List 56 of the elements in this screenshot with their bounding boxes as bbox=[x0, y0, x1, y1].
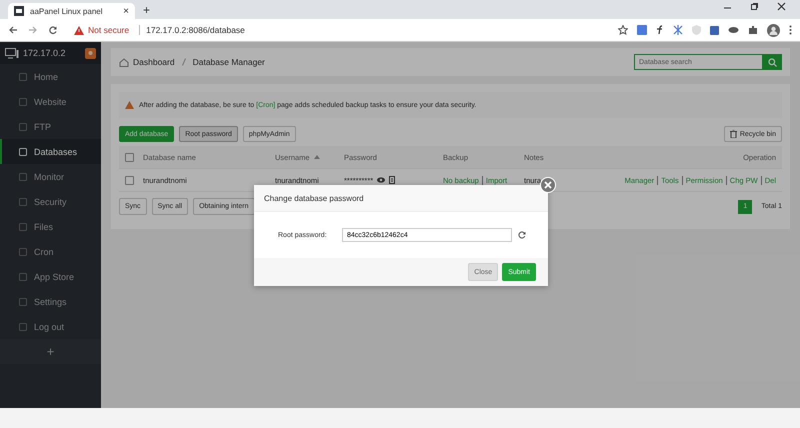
breadcrumb-link[interactable]: Dashboard bbox=[133, 57, 175, 67]
select-all-checkbox[interactable] bbox=[125, 152, 134, 162]
more-menu-icon[interactable] bbox=[789, 25, 792, 35]
dialog-title: Change database password bbox=[264, 194, 364, 202]
notification-icon[interactable] bbox=[85, 48, 96, 58]
sidebar-item[interactable]: Security bbox=[0, 189, 101, 214]
server-address: 172.17.0.2 bbox=[23, 48, 66, 58]
puzzle-icon[interactable] bbox=[748, 25, 758, 35]
close-icon[interactable] bbox=[777, 2, 786, 11]
menu-square-icon bbox=[19, 148, 27, 156]
sidebar-item[interactable]: Monitor bbox=[0, 164, 101, 189]
breadcrumb-separator-icon bbox=[182, 58, 186, 66]
warning-icon bbox=[125, 101, 134, 109]
sidebar-item[interactable]: Files bbox=[0, 214, 101, 239]
menu-square-icon bbox=[19, 322, 27, 330]
profile-avatar[interactable] bbox=[767, 24, 780, 36]
menu-square-icon bbox=[19, 248, 27, 256]
copy-icon[interactable] bbox=[389, 176, 396, 184]
reload-icon[interactable] bbox=[48, 25, 58, 35]
sidebar-item[interactable]: FTP bbox=[0, 114, 101, 139]
back-icon[interactable] bbox=[8, 25, 18, 35]
warning-icon bbox=[74, 26, 84, 34]
menu-square-icon bbox=[19, 298, 27, 306]
bookmark-star-icon[interactable] bbox=[618, 25, 628, 35]
menu-square-icon bbox=[19, 72, 27, 80]
sidebar-item[interactable]: Cron bbox=[0, 239, 101, 264]
menu-square-icon bbox=[19, 198, 27, 206]
search-button[interactable] bbox=[762, 54, 782, 70]
restore-icon[interactable] bbox=[750, 2, 759, 11]
menu-square-icon bbox=[19, 122, 27, 130]
refresh-icon[interactable] bbox=[518, 231, 526, 239]
sidebar-item[interactable]: Databases bbox=[0, 139, 101, 164]
menu-square-icon bbox=[19, 272, 27, 280]
row-checkbox[interactable] bbox=[125, 176, 134, 184]
breadcrumb-current: Database Manager bbox=[192, 57, 265, 67]
home-icon bbox=[119, 58, 129, 66]
tab-close-button[interactable]: × bbox=[123, 6, 129, 16]
menu-square-icon bbox=[19, 222, 27, 230]
eye-icon[interactable] bbox=[377, 177, 386, 183]
monitor-icon bbox=[5, 48, 19, 58]
security-label[interactable]: Not secure bbox=[88, 25, 130, 35]
search-icon[interactable] bbox=[768, 58, 776, 66]
url-text[interactable]: 172.17.0.2:8086/database bbox=[146, 25, 245, 35]
trash-icon[interactable] bbox=[730, 130, 737, 138]
sidebar-item[interactable]: Settings bbox=[0, 289, 101, 314]
sidebar-item[interactable]: Home bbox=[0, 64, 101, 89]
menu-square-icon bbox=[19, 98, 27, 106]
panel-logo-icon bbox=[14, 6, 24, 16]
new-tab-button[interactable]: + bbox=[143, 3, 150, 17]
tab-title: aaPanel Linux panel bbox=[30, 6, 104, 16]
sidebar-item[interactable]: Log out bbox=[0, 314, 101, 339]
add-button[interactable]: + bbox=[0, 339, 101, 364]
browser-tab[interactable]: aaPanel Linux panel × bbox=[8, 3, 135, 19]
menu-square-icon bbox=[19, 172, 27, 180]
sidebar-item[interactable]: App Store bbox=[0, 264, 101, 289]
sidebar-item[interactable]: Website bbox=[0, 89, 101, 114]
